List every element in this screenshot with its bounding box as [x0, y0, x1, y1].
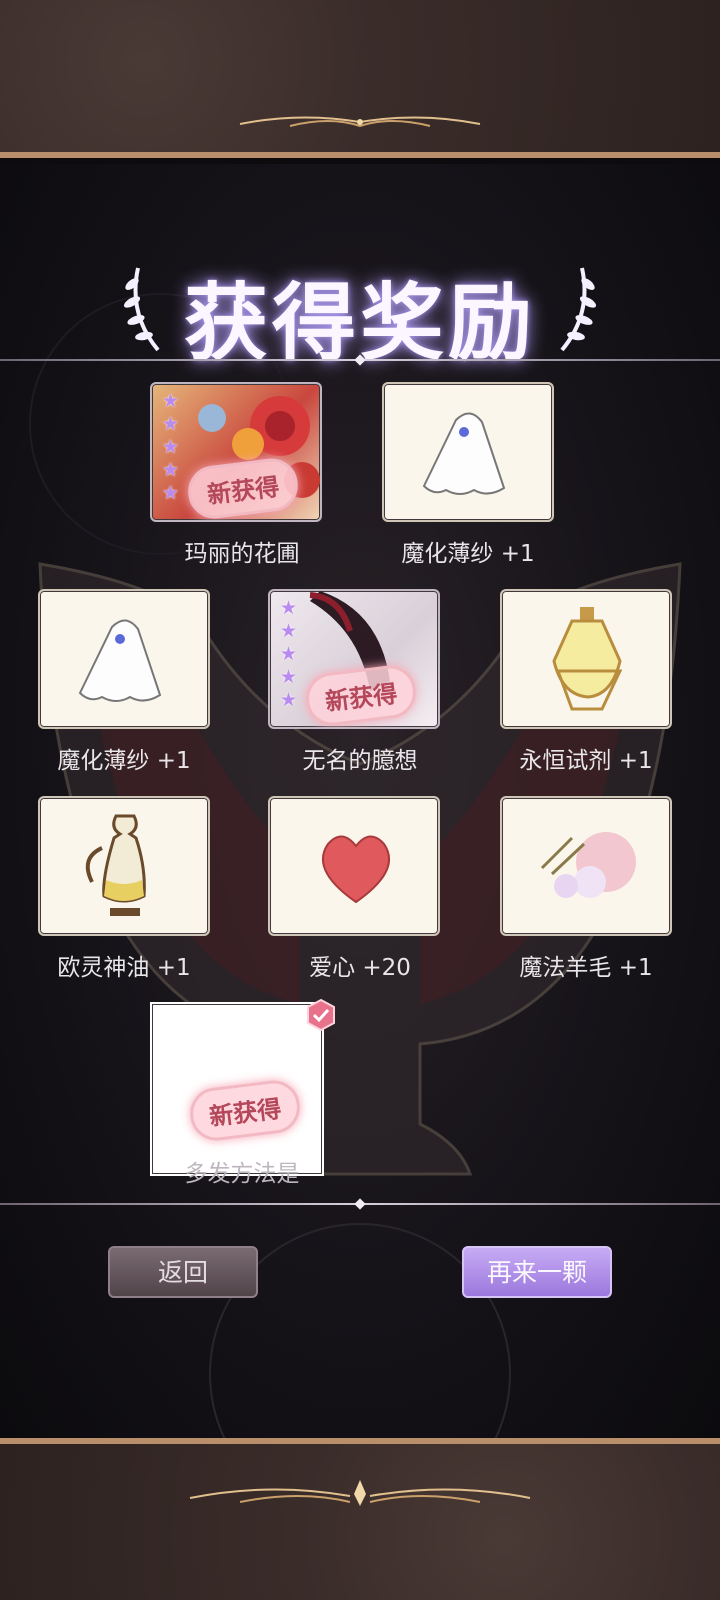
reward-label: 多发方法是: [184, 1161, 300, 1187]
reward-label: 无名的臆想: [302, 748, 418, 774]
reward-card-maris-garden[interactable]: ★ ★ ★ ★ ★ 新获得: [150, 382, 322, 522]
star-icon: ★: [162, 482, 180, 504]
star-icon: ★: [280, 689, 298, 711]
reward-label: 永恒试剂 +1: [519, 748, 653, 774]
star-icon: ★: [280, 666, 298, 688]
check-badge-icon: [307, 998, 335, 1032]
new-badge: 新获得: [187, 1077, 303, 1144]
reward-card-veil[interactable]: [38, 589, 210, 729]
reward-card-wool[interactable]: [500, 796, 672, 936]
reward-label: 魔化薄纱 +1: [57, 748, 191, 774]
star-icon: ★: [162, 390, 180, 412]
reward-card-heart[interactable]: [268, 796, 440, 936]
veil-icon: [422, 412, 506, 495]
reward-label: 魔化薄纱 +1: [401, 541, 535, 567]
star-icon: ★: [280, 620, 298, 642]
rarity-stars: ★ ★ ★ ★ ★: [162, 390, 179, 504]
reward-card-veil[interactable]: [382, 382, 554, 522]
heart-icon: [322, 835, 390, 904]
star-icon: ★: [162, 459, 180, 481]
wool-icon: [540, 832, 636, 898]
reward-card-nameless-fantasy[interactable]: ★ ★ ★ ★ ★ 新获得: [268, 589, 440, 729]
reward-label: 爱心 +20: [309, 955, 411, 981]
reward-label: 玛丽的花圃: [184, 541, 300, 567]
top-flourish-icon: [239, 116, 481, 128]
draw-again-button[interactable]: 再来一颗: [462, 1246, 612, 1298]
laurel-right-icon: [560, 267, 597, 352]
star-icon: ★: [162, 436, 180, 458]
reward-card-eternal-reagent[interactable]: [500, 589, 672, 729]
reward-card-oil[interactable]: [38, 796, 210, 936]
reward-card-new-item[interactable]: 新获得: [150, 1002, 324, 1176]
reward-label: 魔法羊毛 +1: [519, 955, 653, 981]
star-icon: ★: [162, 413, 180, 435]
star-icon: ★: [280, 643, 298, 665]
potion-icon: [552, 607, 623, 711]
back-button[interactable]: 返回: [108, 1246, 258, 1298]
bottom-frame: [0, 1438, 720, 1600]
bottom-flourish-icon: [189, 1480, 531, 1506]
oil-flask-icon: [85, 814, 146, 916]
reward-label: 欧灵神油 +1: [57, 955, 191, 981]
veil-icon: [78, 619, 162, 702]
top-frame: [0, 0, 720, 158]
rarity-stars: ★ ★ ★ ★ ★: [280, 597, 297, 711]
star-icon: ★: [280, 597, 298, 619]
